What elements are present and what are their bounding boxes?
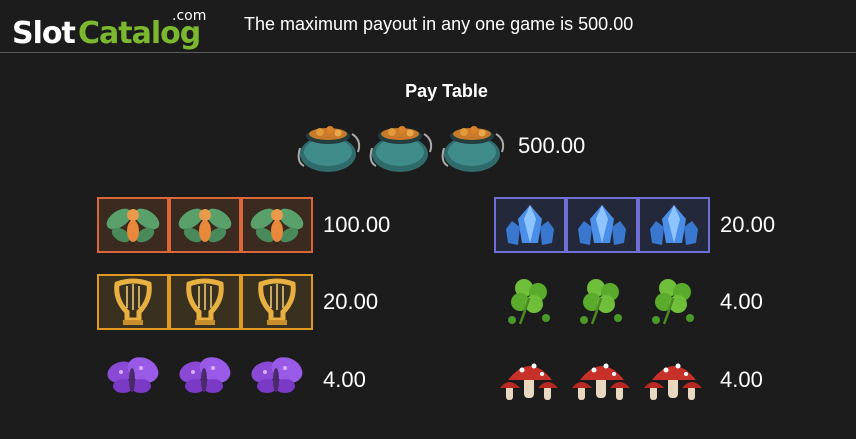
payout-value: 20.00	[720, 212, 776, 237]
fairy-icon	[169, 197, 241, 253]
fairy-icon	[97, 197, 169, 253]
red-mushroom-icon	[566, 352, 638, 408]
max-payout-text: The maximum payout in any one game is 50…	[244, 14, 634, 34]
purple-butterfly-icon	[97, 352, 169, 408]
paytable-row-fairy: 100.00	[97, 197, 390, 253]
logo-slot-text: Slot	[12, 16, 76, 51]
golden-harp-icon	[97, 274, 169, 330]
blue-crystal-icon	[494, 197, 566, 253]
paytable-row-pot: 500.00	[294, 118, 585, 174]
payout-value: 4.00	[720, 289, 763, 314]
red-mushroom-icon	[494, 352, 566, 408]
paytable-row-clover: 4.00	[494, 274, 763, 330]
payout-value: 100.00	[323, 212, 391, 237]
pot-of-gold-icon	[294, 118, 366, 174]
paytable-row-mushroom: 4.00	[494, 352, 763, 408]
golden-harp-icon	[169, 274, 241, 330]
purple-butterfly-icon	[169, 352, 241, 408]
blue-crystal-icon	[566, 197, 638, 253]
payout-value: 4.00	[720, 367, 763, 392]
payout-value: 4.00	[323, 367, 366, 392]
golden-harp-icon	[241, 274, 313, 330]
purple-butterfly-icon	[241, 352, 313, 408]
fairy-icon	[241, 197, 313, 253]
payout-value: 500.00	[518, 133, 586, 158]
clover-icon	[494, 274, 566, 330]
paytable-row-harp: 20.00	[97, 274, 378, 330]
red-mushroom-icon	[638, 352, 710, 408]
paytable-row-crystal: 20.00	[494, 197, 775, 253]
paytable-title: Pay Table	[405, 81, 488, 101]
logo-com-text: .com	[172, 8, 207, 24]
paytable-row-butterfly: 4.00	[97, 352, 366, 408]
clover-icon	[638, 274, 710, 330]
pot-of-gold-icon	[366, 118, 438, 174]
clover-icon	[566, 274, 638, 330]
header-bar: Slot Catalog .com The maximum payout in …	[0, 0, 856, 53]
pot-of-gold-icon	[438, 118, 510, 174]
payout-value: 20.00	[323, 289, 379, 314]
blue-crystal-icon	[638, 197, 710, 253]
